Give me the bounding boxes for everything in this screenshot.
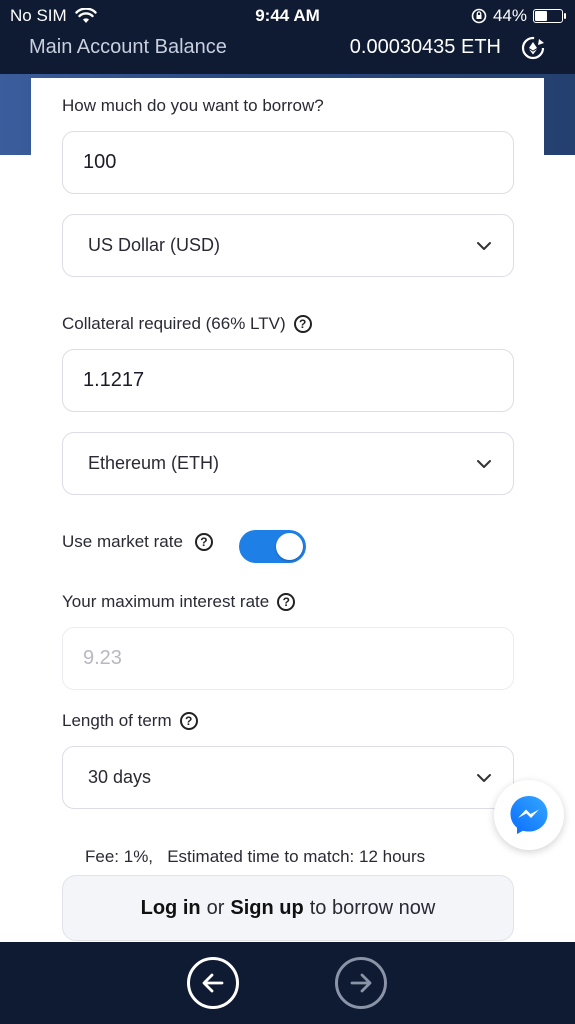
toggle-knob xyxy=(276,533,303,560)
market-rate-label: Use market rate ? xyxy=(62,532,213,552)
term-select[interactable]: 30 days xyxy=(62,746,514,809)
orientation-lock-icon xyxy=(471,8,487,24)
cta-rest-text: to borrow now xyxy=(309,896,436,919)
signup-link[interactable]: Sign up xyxy=(230,897,303,920)
borrow-amount-label-text: How much do you want to borrow? xyxy=(62,96,324,115)
messenger-chat-button[interactable] xyxy=(494,780,564,850)
borrow-form-card: How much do you want to borrow? 100 US D… xyxy=(31,78,544,942)
battery-icon xyxy=(533,9,566,23)
term-value: 30 days xyxy=(88,767,152,787)
help-icon[interactable]: ? xyxy=(293,315,312,333)
battery-percent: 44% xyxy=(492,6,527,25)
help-icon[interactable]: ? xyxy=(194,533,213,551)
arrow-left-icon xyxy=(202,973,224,993)
borrow-amount-value: 100 xyxy=(83,151,117,173)
market-rate-toggle[interactable] xyxy=(239,530,306,563)
borrow-amount-input[interactable]: 100 xyxy=(62,131,514,194)
balance-label: Main Account Balance xyxy=(29,36,227,58)
cta-or-text: or xyxy=(206,896,225,919)
back-button[interactable] xyxy=(187,957,239,1009)
status-right: 44% xyxy=(471,6,566,26)
help-icon[interactable]: ? xyxy=(179,712,198,730)
market-rate-label-text: Use market rate xyxy=(62,532,183,551)
balance-value: 0.00030435 ETH xyxy=(349,36,501,58)
term-label: Length of term ? xyxy=(62,711,198,731)
max-interest-input[interactable]: 9.23 xyxy=(62,627,514,690)
status-bar: No SIM 9:44 AM 44% xyxy=(0,0,575,32)
help-icon[interactable]: ? xyxy=(277,593,296,611)
max-interest-label: Your maximum interest rate ? xyxy=(62,592,296,612)
collateral-currency-select[interactable]: Ethereum (ETH) xyxy=(62,432,514,495)
refresh-icon[interactable] xyxy=(519,34,547,62)
chevron-down-icon xyxy=(477,774,491,782)
login-signup-button[interactable]: Log in or Sign up to borrow now xyxy=(62,875,514,941)
max-interest-label-text: Your maximum interest rate xyxy=(62,592,270,611)
fee-info: Fee: 1%, Estimated time to match: 12 hou… xyxy=(85,847,426,866)
chevron-down-icon xyxy=(477,460,491,468)
borrow-amount-label: How much do you want to borrow? xyxy=(62,96,324,116)
login-link[interactable]: Log in xyxy=(141,897,201,920)
battery-fill xyxy=(535,11,548,21)
borrow-currency-select[interactable]: US Dollar (USD) xyxy=(62,214,514,277)
term-label-text: Length of term xyxy=(62,711,172,730)
bottom-nav xyxy=(0,942,575,1024)
collateral-amount-value: 1.1217 xyxy=(83,369,145,391)
collateral-label-text: Collateral required (66% LTV) xyxy=(62,314,286,333)
collateral-label: Collateral required (66% LTV) ? xyxy=(62,314,312,334)
arrow-right-icon xyxy=(350,973,372,993)
app-header: No SIM 9:44 AM 44% Main Account Balance … xyxy=(0,0,575,74)
balance-row: Main Account Balance 0.00030435 ETH xyxy=(0,32,575,74)
collateral-currency-value: Ethereum (ETH) xyxy=(88,453,220,473)
max-interest-placeholder: 9.23 xyxy=(83,647,122,669)
next-button[interactable] xyxy=(335,957,387,1009)
collateral-amount-input[interactable]: 1.1217 xyxy=(62,349,514,412)
messenger-icon xyxy=(510,796,548,834)
chevron-down-icon xyxy=(477,242,491,250)
borrow-currency-value: US Dollar (USD) xyxy=(88,235,221,255)
